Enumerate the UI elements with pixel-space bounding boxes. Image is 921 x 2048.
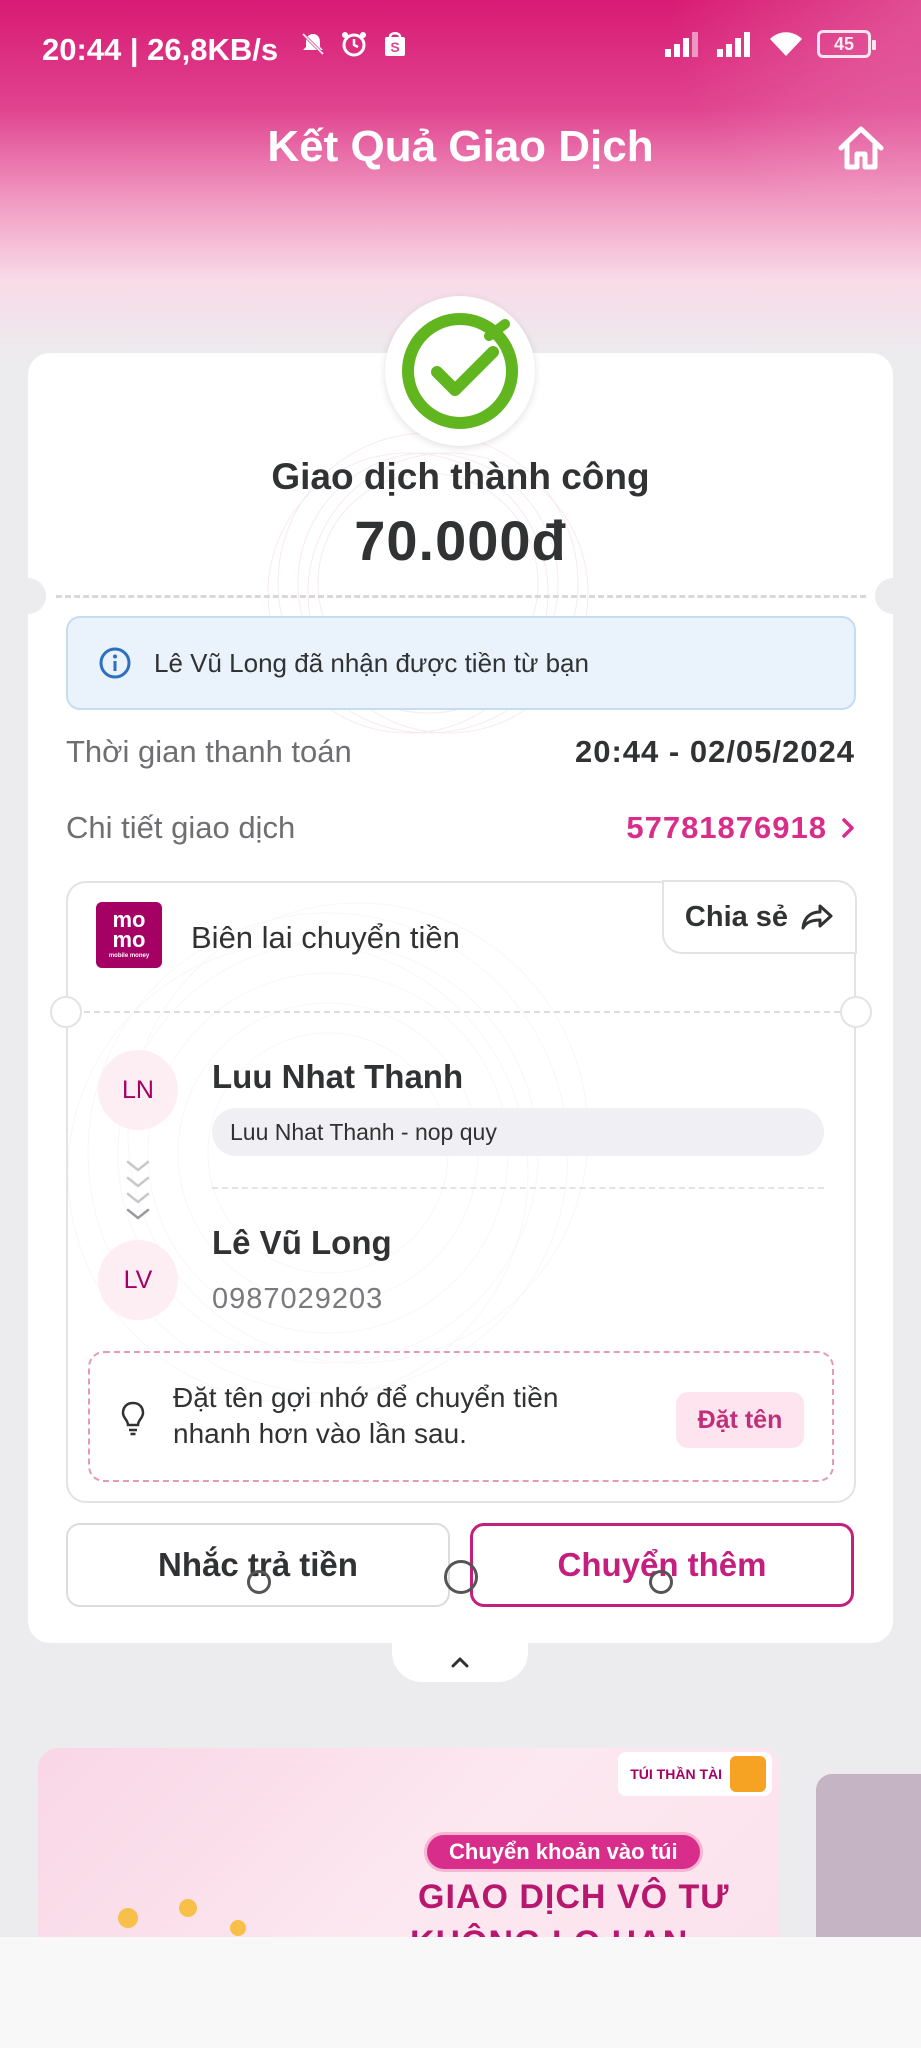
share-button-label: Chia sẻ [684,900,789,933]
page-title: Kết Quả Giao Dịch [267,122,654,171]
momo-logo-tagline: mobile money [108,953,150,959]
banner-pill: Chuyển khoản vào túi [424,1832,703,1872]
sender-avatar: LN [98,1050,178,1130]
status-notification-icons: S [300,30,408,58]
alarm-icon [342,32,366,57]
status-time: 20:44 | 26,8KB/s [42,32,279,67]
battery-icon: 45 [817,30,876,58]
momo-logo: mo mo mobile money [96,902,162,968]
signal-icon-2 [717,32,750,57]
transaction-status: Giao dịch thành công [271,456,650,497]
card-separator [56,595,866,598]
share-button[interactable]: Chia sẻ [662,880,857,954]
svg-text:S: S [390,39,399,55]
home-button[interactable] [831,118,891,178]
send-more-button[interactable]: Chuyển thêm [470,1523,854,1607]
status-bar: 20:44 | 26,8KB/s S 45 [0,0,921,100]
signal-icon [665,32,698,57]
title-bar: Kết Quả Giao Dịch [0,110,921,190]
card-notch-right [875,578,911,614]
transaction-amount: 70.000đ [354,509,567,572]
sender-name: Luu Nhat Thanh [212,1058,464,1095]
nav-back-button[interactable] [649,1570,673,1594]
momo-logo-line2: mo [112,927,146,952]
check-circle-icon [402,313,518,429]
transaction-id: 57781876918 [626,810,827,845]
success-badge [385,296,535,446]
receipt-notch-right [840,996,872,1028]
chevrons-down-icon [126,1160,150,1220]
mute-icon [301,32,325,56]
nav-home-button[interactable] [444,1560,478,1594]
banner-brand: TÚI THẦN TÀI [618,1752,772,1796]
receiver-phone: 0987029203 [212,1283,384,1315]
receipt-title: Biên lai chuyển tiền [191,920,460,955]
info-notice: Lê Vũ Long đã nhận được tiền từ bạn [66,616,856,710]
status-system-icons: 45 [665,30,876,58]
wifi-icon [770,32,802,56]
info-notice-text: Lê Vũ Long đã nhận được tiền từ bạn [154,647,589,678]
battery-level: 45 [833,33,855,54]
nickname-tip-text: Đặt tên gợi nhớ để chuyển tiền nhanh hơn… [173,1382,559,1449]
home-icon [838,126,884,170]
card-notch-left [10,578,46,614]
receiver-name: Lê Vũ Long [212,1224,392,1261]
share-arrow-icon [801,904,833,930]
receipt-separator [84,1011,840,1013]
money-bag-icon [730,1756,766,1792]
shopping-bag-icon: S [385,32,405,56]
receipt-notch-left [50,996,82,1028]
payment-time-label: Thời gian thanh toán [66,734,352,769]
payment-time-value: 20:44 - 02/05/2024 [575,734,855,769]
banner-brand-text: TÚI THẦN TÀI [630,1766,722,1782]
chevron-up-icon [451,1657,469,1668]
nav-recents-button[interactable] [247,1570,271,1594]
banner-title-line1: GIAO DỊCH VÔ TƯ [418,1878,730,1916]
info-icon [99,647,131,679]
transaction-detail-link[interactable]: 57781876918 [626,810,855,846]
system-navigation-bar [0,1560,921,2048]
participants-separator [212,1187,824,1189]
remind-payment-button[interactable]: Nhắc trả tiền [66,1523,450,1607]
receiver-avatar: LV [98,1240,178,1320]
set-nickname-button[interactable]: Đặt tên [676,1392,804,1448]
transfer-message: Luu Nhat Thanh - nop quy [212,1108,824,1156]
collapse-button[interactable] [392,1642,528,1682]
lightbulb-icon [121,1401,145,1436]
chevron-right-icon [842,818,854,838]
transaction-detail-label: Chi tiết giao dịch [66,810,296,845]
